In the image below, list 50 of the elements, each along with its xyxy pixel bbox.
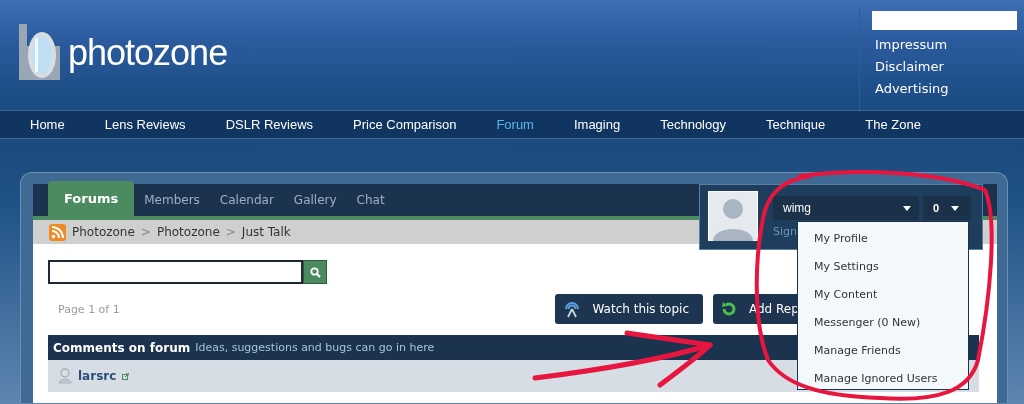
breadcrumb-link[interactable]: Just Talk [241, 225, 291, 239]
site-logo[interactable]: photozone [68, 32, 228, 74]
user-icon [58, 368, 72, 384]
footer-link[interactable]: Disclaimer [872, 56, 944, 78]
nav-link[interactable]: Forum [479, 117, 551, 132]
menu-item[interactable]: Manage Friends [798, 337, 968, 365]
nav-link[interactable]: DSLR Reviews [208, 117, 331, 132]
watch-button[interactable]: Watch this topic [554, 294, 703, 324]
search-icon [309, 266, 321, 278]
notifications-dropdown[interactable]: 0 [923, 196, 971, 220]
menu-item[interactable]: My Profile [798, 225, 968, 253]
logo-icon [18, 24, 62, 82]
tab[interactable]: Chat [346, 184, 395, 216]
tab[interactable]: Calendar [209, 184, 284, 216]
user-dropdown[interactable]: wimg [773, 196, 919, 220]
breadcrumb-link[interactable]: Photozone [156, 225, 220, 239]
breadcrumb-link[interactable]: Photozone [72, 225, 135, 239]
nav-link[interactable]: Home [13, 117, 82, 132]
footer-link[interactable]: Impressum [872, 34, 948, 56]
tab[interactable]: Forums [48, 181, 135, 216]
menu-item[interactable]: My Content [798, 281, 968, 309]
nav-link[interactable]: Price Comparison [336, 117, 474, 132]
caret-icon [951, 205, 960, 211]
nav-link[interactable]: The Zone [848, 117, 938, 132]
author-link[interactable]: larsrc [78, 369, 117, 383]
page-info: Page 1 of 1 [58, 302, 120, 316]
menu-item[interactable]: Messenger (0 New) [798, 309, 968, 337]
sign-out-link[interactable]: Sign [773, 225, 797, 238]
signal-icon [562, 300, 581, 318]
nav-link[interactable]: Technology [643, 117, 743, 132]
rss-icon[interactable] [49, 223, 66, 241]
nav-link[interactable]: Technique [748, 117, 843, 132]
topic-title: Comments on forum [53, 340, 191, 355]
nav-link[interactable]: Imaging [556, 117, 638, 132]
search-field[interactable] [872, 11, 1017, 30]
footer-link[interactable]: Advertising [872, 78, 949, 100]
nav-link[interactable]: Lens Reviews [87, 117, 203, 132]
breadcrumb-separator: > [225, 225, 236, 239]
external-link-icon[interactable] [122, 372, 130, 380]
caret-icon [903, 205, 911, 211]
refresh-icon [721, 301, 737, 317]
search-button[interactable] [303, 260, 327, 284]
tab[interactable]: Gallery [283, 184, 347, 216]
breadcrumb-separator: > [140, 225, 151, 239]
menu-item[interactable]: Manage Ignored Users [798, 365, 968, 393]
tab[interactable]: Members [134, 184, 210, 216]
search-field[interactable] [48, 260, 303, 284]
avatar[interactable] [708, 191, 758, 241]
menu-item[interactable]: My Settings [798, 253, 968, 281]
topic-description: Ideas, suggestions and bugs can go in here [195, 341, 435, 354]
